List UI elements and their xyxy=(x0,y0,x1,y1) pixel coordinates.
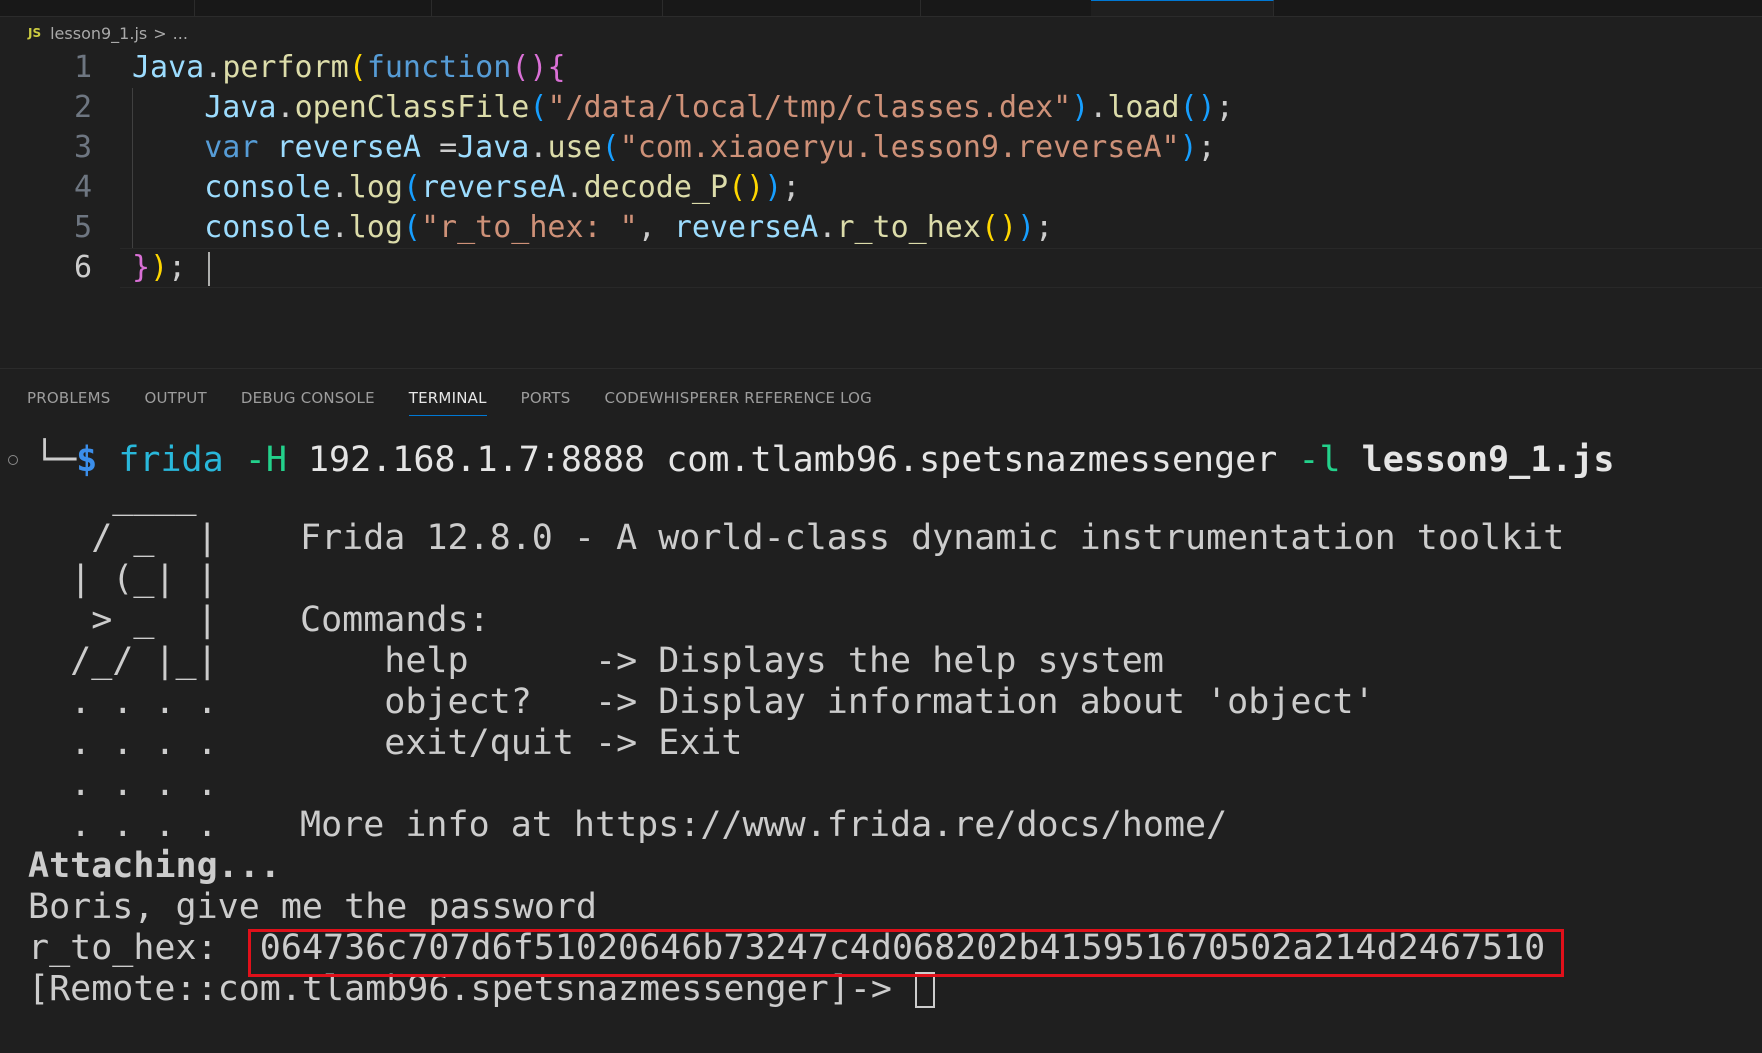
bottom-panel: PROBLEMS OUTPUT DEBUG CONSOLE TERMINAL P… xyxy=(0,368,1762,1053)
token-keyword: var xyxy=(204,130,259,165)
breadcrumb-symbol[interactable]: ... xyxy=(173,24,188,43)
frida-banner-exit: exit/quit -> Exit xyxy=(300,723,743,763)
output-line: Boris, give me the password xyxy=(28,887,597,927)
code-line[interactable]: 3 var reverseA =Java.use("com.xiaoeryu.l… xyxy=(0,128,1762,168)
editor-tab[interactable] xyxy=(194,0,432,16)
tab-problems[interactable]: PROBLEMS xyxy=(27,389,110,416)
token-string: "com.xiaoeryu.lesson9.reverseA" xyxy=(619,130,1180,165)
highlight-box xyxy=(248,929,1564,977)
prompt-symbol: $ xyxy=(76,440,98,480)
code-line[interactable]: 5 console.log("r_to_hex: ", reverseA.r_t… xyxy=(0,208,1762,248)
token-identifier: console xyxy=(204,170,331,205)
r-to-hex-label: r_to_hex: xyxy=(28,928,239,968)
frida-banner-title: Frida 12.8.0 - A world-class dynamic ins… xyxy=(300,518,1565,558)
line-number: 1 xyxy=(73,50,92,85)
code-line[interactable]: 1 Java.perform(function(){ xyxy=(0,48,1762,88)
text-cursor xyxy=(208,251,211,286)
command-flag: -H xyxy=(244,440,287,480)
editor-tab-strip xyxy=(0,0,1762,17)
frida-banner-commands: Commands: xyxy=(300,600,490,640)
token-identifier: Java xyxy=(132,50,205,85)
frida-banner-more-info: More info at https://www.frida.re/docs/h… xyxy=(300,805,1228,845)
token-function: perform xyxy=(222,50,349,85)
editor-tab[interactable] xyxy=(431,0,663,16)
line-number: 3 xyxy=(73,130,92,165)
frida-logo-line: . . . . xyxy=(28,805,218,845)
token-string: "r_to_hex: " xyxy=(421,210,638,245)
frida-logo-line: > _ | xyxy=(28,600,218,640)
line-number: 4 xyxy=(73,170,92,205)
js-file-icon: JS xyxy=(28,26,42,40)
token-function: r_to_hex xyxy=(836,210,981,245)
frida-banner-help: help -> Displays the help system xyxy=(300,641,1164,681)
frida-logo-line: | (_| | xyxy=(28,559,218,599)
line-number: 2 xyxy=(73,90,92,125)
frida-banner-object: object? -> Display information about 'ob… xyxy=(300,682,1375,722)
token-function: log xyxy=(348,170,403,205)
token-function: decode_P xyxy=(583,170,729,205)
attaching-line: Attaching... xyxy=(28,846,281,886)
frida-logo-line: ____ xyxy=(28,477,197,517)
token-identifier: reverseA xyxy=(276,130,422,165)
tab-debug-console[interactable]: DEBUG CONSOLE xyxy=(241,389,375,416)
panel-tabs: PROBLEMS OUTPUT DEBUG CONSOLE TERMINAL P… xyxy=(27,389,906,416)
code-editor[interactable]: 1 Java.perform(function(){ 2 Java.openCl… xyxy=(0,48,1762,366)
tab-ports[interactable]: PORTS xyxy=(521,389,571,416)
breadcrumb: JS lesson9_1.js > ... xyxy=(28,22,188,44)
terminal-cursor xyxy=(915,972,936,1008)
token-function: log xyxy=(348,210,403,245)
editor-tab[interactable] xyxy=(662,0,921,16)
command-name: frida xyxy=(118,440,224,480)
token-identifier: reverseA xyxy=(421,170,566,205)
frida-logo-line: /_/ |_| xyxy=(28,641,218,681)
command-flag: -l xyxy=(1298,440,1341,480)
line-number: 6 xyxy=(73,250,92,285)
frida-logo-line: . . . . xyxy=(28,723,218,763)
token-keyword: function xyxy=(366,50,512,85)
tab-terminal[interactable]: TERMINAL xyxy=(408,389,487,416)
token-function: use xyxy=(547,130,602,165)
code-line[interactable]: 2 Java.openClassFile("/data/local/tmp/cl… xyxy=(0,88,1762,128)
token-string: "/data/local/tmp/classes.dex" xyxy=(547,90,1072,125)
token-function: load xyxy=(1107,90,1180,125)
tab-codewhisperer-reference-log[interactable]: CODEWHISPERER REFERENCE LOG xyxy=(605,389,872,416)
command-arg: 192.168.1.7:8888 xyxy=(307,440,646,480)
command-arg: lesson9_1.js xyxy=(1361,440,1615,480)
editor-tab[interactable] xyxy=(0,0,195,16)
token-identifier: Java xyxy=(457,130,530,165)
tab-output[interactable]: OUTPUT xyxy=(144,389,206,416)
command-arg: com.tlamb96.spetsnazmessenger xyxy=(666,440,1278,480)
code-line-current[interactable]: 6 }); xyxy=(0,248,1762,288)
token-identifier: console xyxy=(204,210,331,245)
prompt-branch: └─ xyxy=(34,440,77,480)
editor-tab[interactable] xyxy=(920,0,1092,16)
frida-logo-line: . . . . xyxy=(28,682,218,722)
line-number: 5 xyxy=(73,210,92,245)
editor-tab-active[interactable] xyxy=(1091,0,1274,16)
command-decoration-icon[interactable] xyxy=(8,455,18,465)
token-identifier: Java xyxy=(204,90,277,125)
breadcrumb-file[interactable]: lesson9_1.js xyxy=(50,24,147,43)
frida-logo-line: / _ | xyxy=(28,518,218,558)
code-line[interactable]: 4 console.log(reverseA.decode_P()); xyxy=(0,168,1762,208)
chevron-right-icon: > xyxy=(153,23,167,43)
terminal-command-line: └─$ frida -H 192.168.1.7:8888 com.tlamb9… xyxy=(34,440,1615,481)
frida-logo-line: . . . . xyxy=(28,764,218,804)
token-identifier: reverseA xyxy=(673,210,819,245)
token-function: openClassFile xyxy=(294,90,530,125)
